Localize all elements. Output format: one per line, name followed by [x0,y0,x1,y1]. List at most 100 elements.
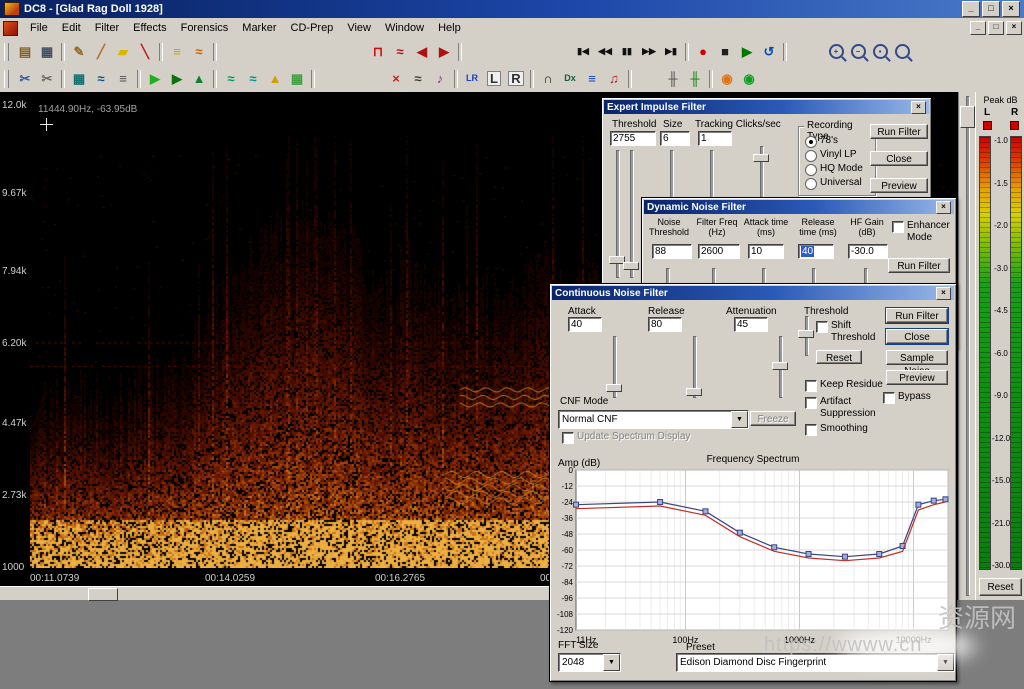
update-spectrum-checkbox[interactable]: Update Spectrum Display [562,431,722,444]
eq-sliders-icon[interactable]: ╫ [684,69,706,89]
eif-size-field[interactable]: 6 [660,131,690,146]
record-icon[interactable]: ● [692,42,714,62]
menu-filter[interactable]: Filter [88,20,126,36]
cd-burn-icon[interactable]: ◉ [716,69,738,89]
play-filtered-icon[interactable]: ▶ [166,69,188,89]
radio-universal[interactable]: Universal [805,177,862,190]
grid-overlay-icon[interactable]: ▦ [286,69,308,89]
next-marker-icon[interactable]: ▶ [433,42,455,62]
dnf-filter-freq-field[interactable]: 2600 [698,244,740,259]
cnf-attenuation-slider[interactable] [771,336,789,398]
zoom-selection-icon[interactable]: ▪ [871,42,893,62]
cnf-attack-slider[interactable] [605,336,623,398]
loop-icon[interactable]: ↺ [758,42,780,62]
cnf-close-icon[interactable]: × [936,286,951,300]
menu-edit[interactable]: Edit [55,20,88,36]
child-minimize-button[interactable]: _ [970,21,986,35]
fast-forward-icon[interactable]: ▶▶ [638,42,660,62]
cnf-run-filter-button[interactable]: Run Filter [886,308,948,323]
go-start-icon[interactable]: ▮◀ [572,42,594,62]
dvd-burn-icon[interactable]: ◉ [738,69,760,89]
meter-reset-button[interactable]: Reset [979,578,1022,596]
stereo-lr-icon[interactable]: LR [461,69,483,89]
left-channel-icon[interactable]: L [483,69,505,89]
menu-cd-prep[interactable]: CD-Prep [284,20,341,36]
cnf-release-slider[interactable] [685,336,703,398]
radio-hq-mode[interactable]: HQ Mode [805,163,863,176]
delete-marker-icon[interactable]: × [385,69,407,89]
zoom-full-icon[interactable] [893,42,915,62]
headphones-icon[interactable]: ∩ [537,69,559,89]
menu-view[interactable]: View [340,20,378,36]
marker-flag-icon[interactable]: ▲ [188,69,210,89]
menu-help[interactable]: Help [431,20,468,36]
eif-preview-button[interactable]: Preview [870,178,928,193]
stop-icon[interactable]: ■ [714,42,736,62]
left-clip-led-icon[interactable] [983,121,992,130]
bypass-checkbox[interactable]: Bypass [883,391,943,404]
vertical-scrollbar[interactable] [958,92,976,600]
child-close-button[interactable]: × [1006,21,1022,35]
zoom-out-icon[interactable]: − [849,42,871,62]
keep-residue-checkbox[interactable]: Keep Residue [805,379,889,392]
playlist-icon[interactable]: ≡ [581,69,603,89]
cnf-attack-field[interactable]: 40 [568,317,602,332]
artifact-suppression-checkbox[interactable]: Artifact Suppression [805,396,876,419]
dnf-run-filter-button[interactable]: Run Filter [888,258,950,273]
trim-icon[interactable]: ✂ [36,69,58,89]
smoothing-checkbox[interactable]: Smoothing [805,423,875,436]
cnf-preview-button[interactable]: Preview [886,370,948,385]
child-restore-button[interactable]: □ [988,21,1004,35]
dnf-hf-gain-field[interactable]: -30.0 [848,244,888,259]
music-notes-icon[interactable]: ♫ [603,69,625,89]
marker-list-icon[interactable]: ≡ [166,42,188,62]
eif-title-bar[interactable]: Expert Impulse Filter × [604,100,929,114]
go-end-icon[interactable]: ▶▮ [660,42,682,62]
eif-tracking-field[interactable]: 1 [698,131,732,146]
cnf-close-button[interactable]: Close [886,329,948,344]
title-bar[interactable]: DC8 - [Glad Rag Doll 1928] _ □ × [0,0,1024,18]
shift-threshold-checkbox[interactable]: Shift Threshold [816,320,875,343]
red-wave-icon[interactable]: ≈ [389,42,411,62]
red-pen-tool-icon[interactable]: ╲ [134,42,156,62]
pencil-tool-icon[interactable]: ✎ [68,42,90,62]
preset-dropdown[interactable]: Edison Diamond Disc Fingerprint ▼ [676,653,955,672]
rewind-icon[interactable]: ◀◀ [594,42,616,62]
prev-marker-icon[interactable]: ◀ [411,42,433,62]
menu-effects[interactable]: Effects [126,20,173,36]
minimize-button[interactable]: _ [962,1,980,17]
music-note-icon[interactable]: ♪ [429,69,451,89]
dnf-noise-threshold-field[interactable]: 88 [652,244,692,259]
frequency-spectrum-chart[interactable]: 0-12-24-36-48-60-72-84-96-108-12011Hz 100… [550,466,956,652]
cnf-attenuation-field[interactable]: 45 [734,317,768,332]
toolbar-grip[interactable] [4,69,9,88]
eif-close-icon[interactable]: × [911,100,926,114]
brush-tool-icon[interactable]: ╱ [90,42,112,62]
spectrum-analyzer-icon[interactable]: ≈ [220,69,242,89]
save-audio-file-icon[interactable]: ▦ [36,42,58,62]
menu-file[interactable]: File [23,20,55,36]
spectral-edit-icon[interactable]: ≈ [242,69,264,89]
vertical-scrollbar-thumb[interactable] [960,106,975,128]
eif-run-filter-button[interactable]: Run Filter [870,124,928,139]
play-preview-icon[interactable]: ▶ [144,69,166,89]
effects-dx-icon[interactable]: Dx [559,69,581,89]
dnf-title-bar[interactable]: Dynamic Noise Filter × [644,200,954,214]
warning-tone-icon[interactable]: ▲ [264,69,286,89]
menu-forensics[interactable]: Forensics [174,20,236,36]
radio-78s[interactable]: 78's [805,135,838,148]
right-channel-icon[interactable]: R [505,69,527,89]
fft-size-dropdown[interactable]: 2048 ▼ [558,653,621,672]
zoom-in-icon[interactable]: + [827,42,849,62]
open-audio-file-icon[interactable]: ▤ [14,42,36,62]
mixer-icon[interactable]: ╫ [662,69,684,89]
pause-icon[interactable]: ▮▮ [616,42,638,62]
radio-vinyl-lp[interactable]: Vinyl LP [805,149,857,162]
eif-threshold-fine-slider[interactable] [622,150,640,278]
chevron-down-icon[interactable]: ▼ [731,411,748,428]
waveform-view-icon[interactable]: ≈ [90,69,112,89]
highlight-tool-icon[interactable]: ▰ [112,42,134,62]
enhancer-mode-checkbox[interactable]: Enhancer Mode [892,220,950,243]
cnf-release-field[interactable]: 80 [648,317,682,332]
cnf-title-bar[interactable]: Continuous Noise Filter × [552,286,954,300]
